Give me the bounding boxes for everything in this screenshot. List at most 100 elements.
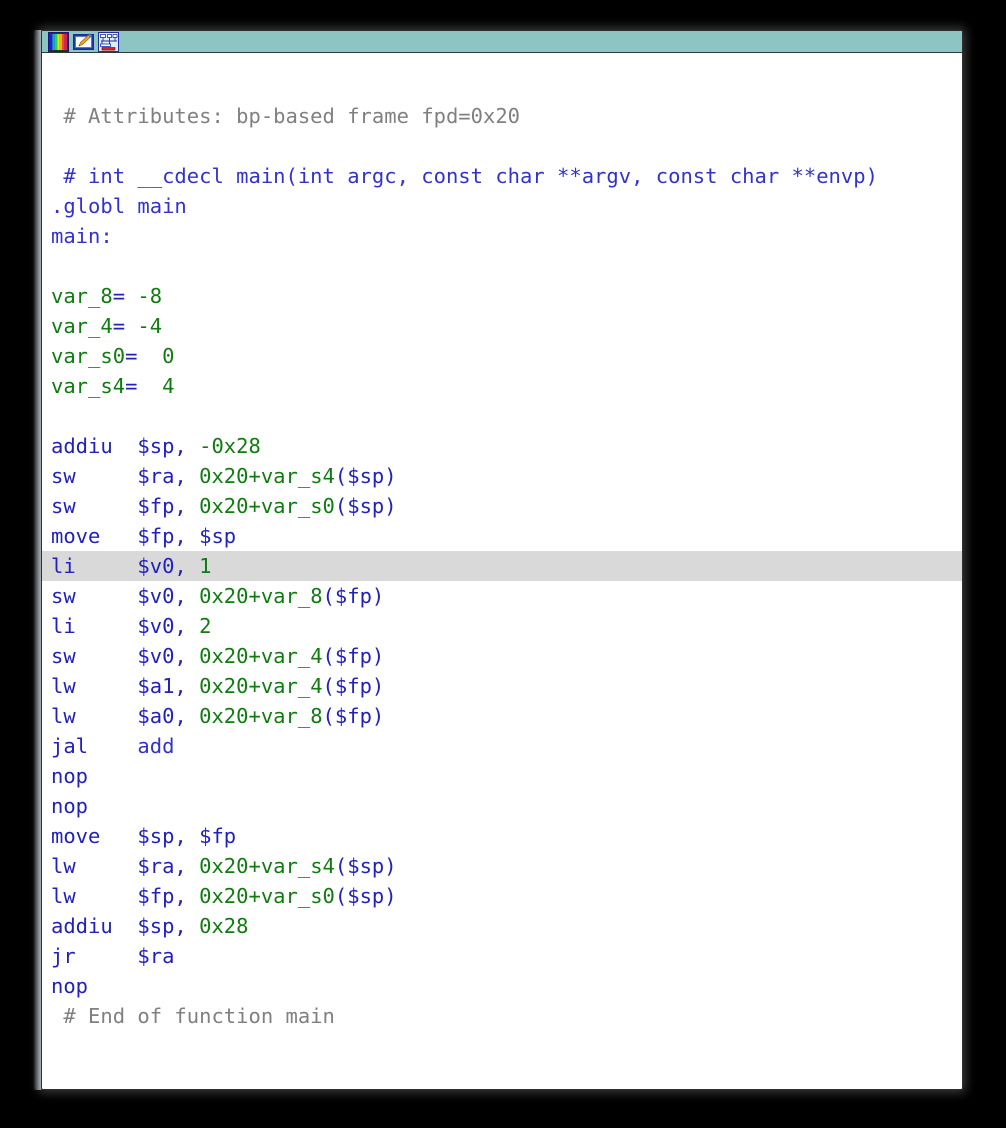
code-line[interactable]: .globl main <box>42 191 962 221</box>
code-line[interactable]: nop <box>42 971 962 1001</box>
code-token: main: <box>51 224 113 248</box>
code-token: jal <box>51 734 138 758</box>
code-line[interactable]: # Attributes: bp-based frame fpd=0x20 <box>42 101 962 131</box>
code-token: $sp, <box>137 914 200 938</box>
code-token: nop <box>51 794 89 818</box>
code-token: 0x20+var_s0 <box>199 884 335 908</box>
code-token: $ra, <box>137 464 200 488</box>
code-token: = <box>112 314 126 338</box>
code-token: -0x28 <box>199 434 261 458</box>
code-token: $sp, <box>137 434 200 458</box>
code-token: lw <box>51 704 138 728</box>
code-token: # int __cdecl main(int argc, const char … <box>63 164 878 188</box>
code-token: 0x20+var_s4 <box>199 854 335 878</box>
code-token: $fp, <box>137 494 200 518</box>
code-line[interactable]: move $sp, $fp <box>42 821 962 851</box>
code-token: $a1, <box>137 674 200 698</box>
code-line[interactable]: var_s4= 4 <box>42 371 962 401</box>
code-token: 4 <box>137 374 175 398</box>
code-line[interactable]: var_8= -8 <box>42 281 962 311</box>
code-token: 0 <box>137 344 175 368</box>
code-line[interactable]: addiu $sp, 0x28 <box>42 911 962 941</box>
code-line-blank <box>42 401 962 431</box>
code-token: lw <box>51 884 138 908</box>
code-token: addiu <box>51 914 138 938</box>
code-token: $ra, <box>137 854 200 878</box>
code-line[interactable]: # End of function main <box>42 1001 962 1031</box>
code-line[interactable]: sw $v0, 0x20+var_8($fp) <box>42 581 962 611</box>
code-line[interactable]: jal add <box>42 731 962 761</box>
code-token: $v0, <box>137 584 200 608</box>
code-token: 0x28 <box>199 914 249 938</box>
code-token: lw <box>51 854 138 878</box>
code-token: 2 <box>199 614 212 638</box>
code-line[interactable]: lw $a0, 0x20+var_8($fp) <box>42 701 962 731</box>
code-line[interactable]: var_4= -4 <box>42 311 962 341</box>
code-token: $ra <box>137 944 175 968</box>
code-token: $v0, <box>137 614 200 638</box>
code-token: # End of function main <box>63 1004 335 1028</box>
code-line[interactable]: main: <box>42 221 962 251</box>
toolbar <box>42 31 962 53</box>
code-token: -4 <box>125 314 163 338</box>
code-token: li <box>51 554 138 578</box>
code-token: = <box>125 374 138 398</box>
code-token: $fp, <box>137 884 200 908</box>
code-token: nop <box>51 764 89 788</box>
code-line[interactable]: var_s0= 0 <box>42 341 962 371</box>
code-token: li <box>51 614 138 638</box>
code-token: ($fp) <box>322 644 385 668</box>
disassembly-code-area[interactable]: # Attributes: bp-based frame fpd=0x20 # … <box>42 53 962 1088</box>
code-token: $sp, $fp <box>137 824 237 848</box>
code-line[interactable]: # int __cdecl main(int argc, const char … <box>42 161 962 191</box>
code-line[interactable]: li $v0, 1 <box>42 551 962 581</box>
code-token: $v0, <box>137 644 200 668</box>
code-token: $fp, $sp <box>137 524 237 548</box>
code-line[interactable]: lw $a1, 0x20+var_4($fp) <box>42 671 962 701</box>
code-line[interactable]: addiu $sp, -0x28 <box>42 431 962 461</box>
code-token: ($fp) <box>322 704 385 728</box>
code-token: sw <box>51 644 138 668</box>
code-line[interactable]: li $v0, 2 <box>42 611 962 641</box>
code-token: ($fp) <box>322 674 385 698</box>
code-token: sw <box>51 494 138 518</box>
code-token: sw <box>51 584 138 608</box>
disassembly-window: # Attributes: bp-based frame fpd=0x20 # … <box>41 30 963 1090</box>
code-token: 0x20+var_4 <box>199 674 323 698</box>
code-token: ($sp) <box>334 464 397 488</box>
code-line[interactable]: sw $fp, 0x20+var_s0($sp) <box>42 491 962 521</box>
code-token: $v0, <box>137 554 200 578</box>
code-line[interactable]: nop <box>42 761 962 791</box>
pencil-edit-icon[interactable] <box>73 32 94 52</box>
code-token: lw <box>51 674 138 698</box>
code-token: move <box>51 824 138 848</box>
code-token: sw <box>51 464 138 488</box>
code-token: 1 <box>199 554 212 578</box>
code-token: var_s0 <box>51 344 126 368</box>
code-token: 0x20+var_4 <box>199 644 323 668</box>
code-token: = <box>112 284 126 308</box>
code-token: var_4 <box>51 314 113 338</box>
code-token: 0x20+var_8 <box>199 584 323 608</box>
code-line[interactable]: sw $v0, 0x20+var_4($fp) <box>42 641 962 671</box>
code-token: 0x20+var_s0 <box>199 494 335 518</box>
code-token: $a0, <box>137 704 200 728</box>
code-line[interactable]: lw $ra, 0x20+var_s4($sp) <box>42 851 962 881</box>
code-token: = <box>125 344 138 368</box>
code-token: jr <box>51 944 138 968</box>
code-line[interactable]: nop <box>42 791 962 821</box>
code-line[interactable]: lw $fp, 0x20+var_s0($sp) <box>42 881 962 911</box>
code-line[interactable]: sw $ra, 0x20+var_s4($sp) <box>42 461 962 491</box>
code-line[interactable]: jr $ra <box>42 941 962 971</box>
code-token: var_8 <box>51 284 113 308</box>
graph-chart-icon[interactable] <box>98 31 119 52</box>
code-line[interactable]: move $fp, $sp <box>42 521 962 551</box>
code-token: ($sp) <box>334 884 397 908</box>
color-palette-icon[interactable] <box>48 31 69 52</box>
code-token: add <box>137 734 175 758</box>
